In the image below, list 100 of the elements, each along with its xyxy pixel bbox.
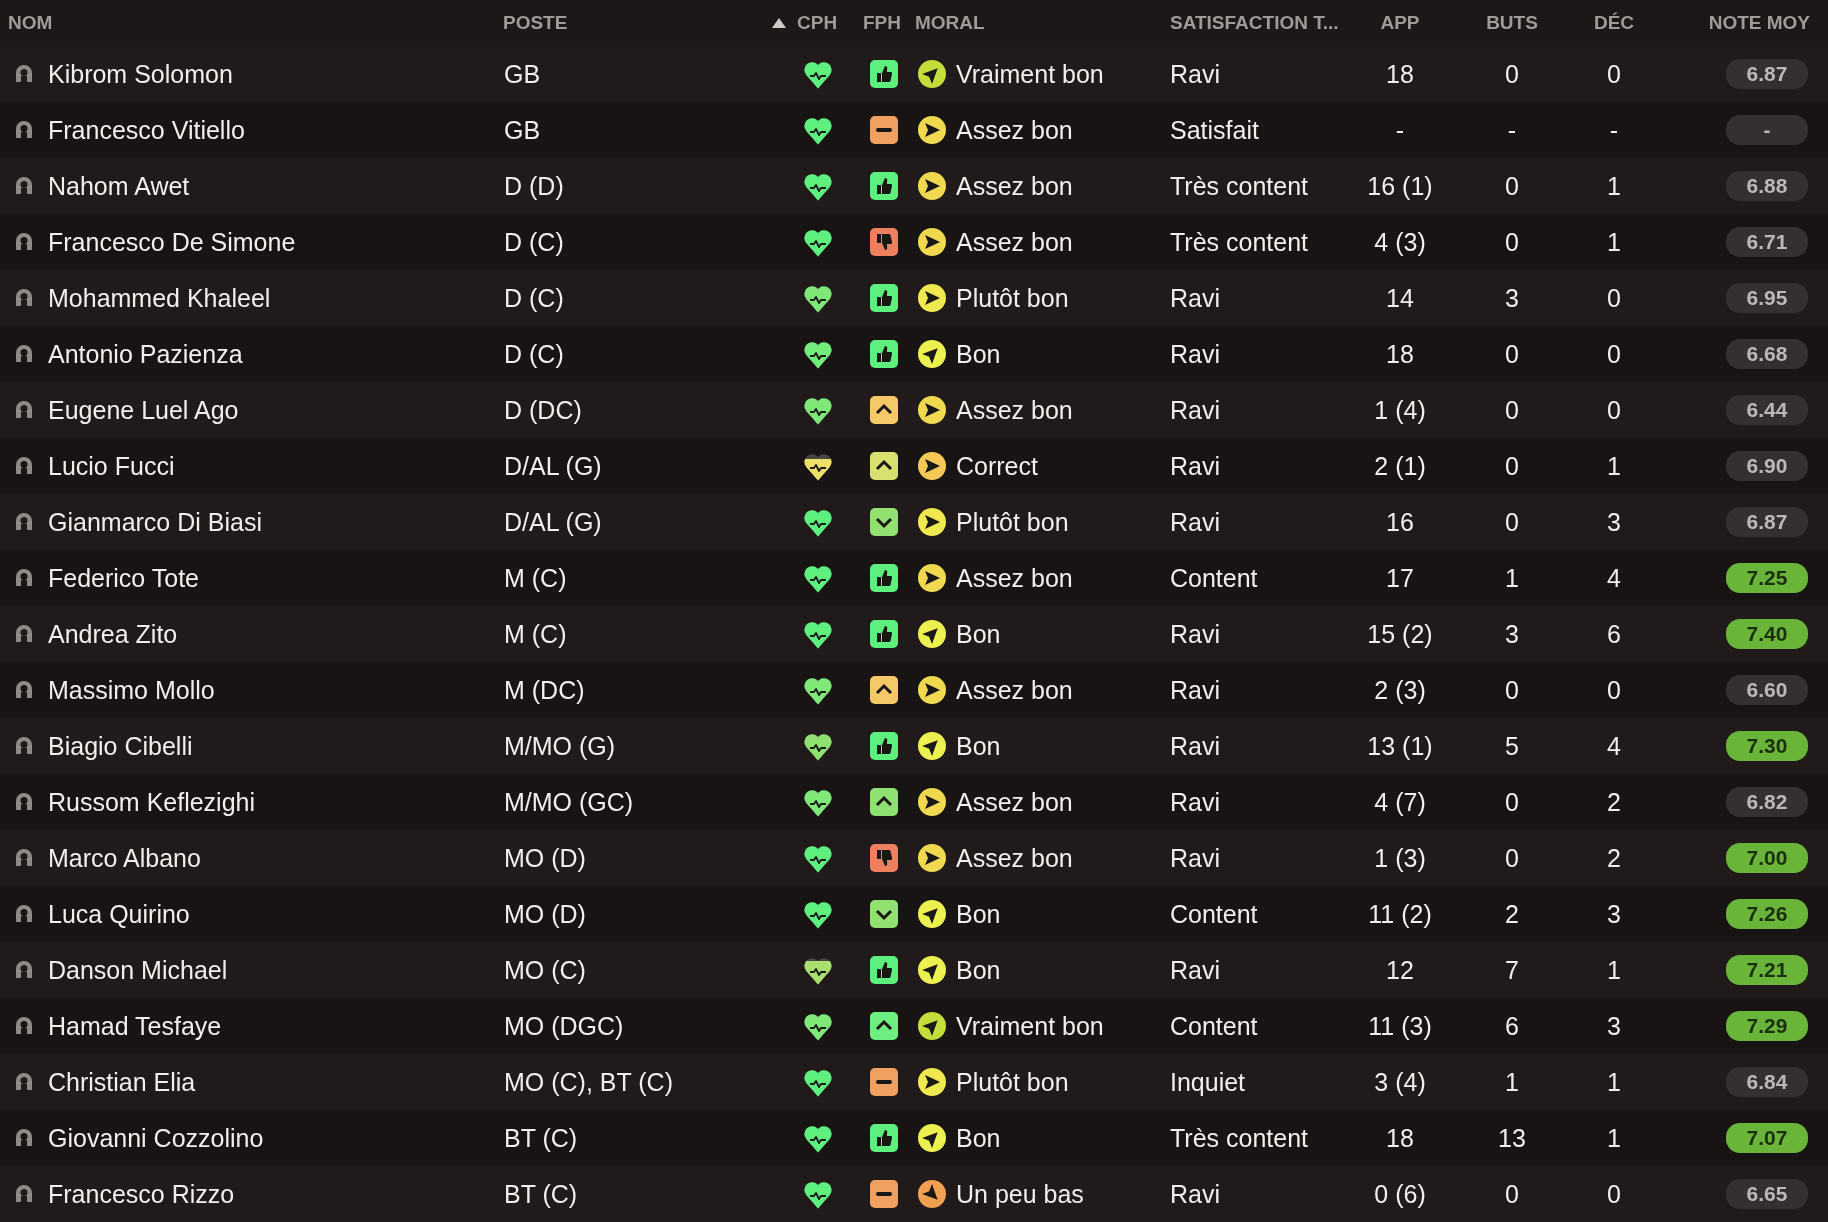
morale-text: Assez bon bbox=[956, 171, 1073, 201]
goals-count: 6 bbox=[1505, 1011, 1519, 1041]
player-name[interactable]: Eugene Luel Ago bbox=[48, 395, 239, 425]
column-header[interactable]: NOTE MOY bbox=[1644, 12, 1828, 34]
player-row[interactable]: Andrea Zito M (C) Bon Ravi 15 (2) 3 6 7.40 bbox=[0, 606, 1828, 662]
player-name[interactable]: Biagio Cibelli bbox=[48, 731, 193, 761]
goals-count: 2 bbox=[1505, 899, 1519, 929]
satisfaction-text: Ravi bbox=[1170, 339, 1220, 369]
position-text: M (C) bbox=[504, 563, 567, 593]
rating-badge: 6.44 bbox=[1726, 395, 1808, 425]
player-row[interactable]: Marco Albano MO (D) Assez bon Ravi 1 (3) 0 2 7.00 bbox=[0, 830, 1828, 886]
player-name[interactable]: Luca Quirino bbox=[48, 899, 190, 929]
morale-text: Bon bbox=[956, 731, 1001, 761]
position-text: M/MO (G) bbox=[504, 731, 616, 761]
satisfaction-text: Content bbox=[1170, 563, 1258, 593]
morale-text: Bon bbox=[956, 955, 1001, 985]
assists-count: 2 bbox=[1607, 787, 1621, 817]
column-header[interactable]: DÉC bbox=[1584, 12, 1644, 34]
player-row[interactable]: Mohammed Khaleel D (C) Plutôt bon Ravi 14 3 0 6.95 bbox=[0, 270, 1828, 326]
player-row[interactable]: Nahom Awet D (D) Assez bon Très content 16 (1) 0 1 6.88 bbox=[0, 158, 1828, 214]
morale-text: Plutôt bon bbox=[956, 507, 1069, 537]
player-name[interactable]: Antonio Pazienza bbox=[48, 339, 243, 369]
player-name[interactable]: Gianmarco Di Biasi bbox=[48, 507, 262, 537]
satisfaction-text: Très content bbox=[1170, 227, 1309, 257]
player-name[interactable]: Andrea Zito bbox=[48, 619, 178, 649]
player-row[interactable]: Biagio Cibelli M/MO (G) Bon Ravi 13 (1) 5 4 7.30 bbox=[0, 718, 1828, 774]
rating-badge: 6.65 bbox=[1726, 1179, 1808, 1209]
satisfaction-text: Content bbox=[1170, 899, 1258, 929]
player-row[interactable]: Christian Elia MO (C), BT (C) Plutôt bon Inquiet 3 (4) 1 1 6.84 bbox=[0, 1054, 1828, 1110]
satisfaction-text: Ravi bbox=[1170, 787, 1220, 817]
column-header[interactable]: APP bbox=[1360, 12, 1440, 34]
player-name[interactable]: Federico Tote bbox=[48, 563, 199, 593]
player-row[interactable]: Kibrom Solomon GB Vraiment bon Ravi 18 0 0 6.87 bbox=[0, 46, 1828, 102]
position-text: M (DC) bbox=[504, 675, 585, 705]
goals-count: 0 bbox=[1505, 171, 1519, 201]
rating-badge: 6.87 bbox=[1726, 59, 1808, 89]
rating-badge: 7.30 bbox=[1726, 731, 1808, 761]
column-header[interactable]: MORAL bbox=[915, 12, 1160, 34]
goals-count: 0 bbox=[1505, 843, 1519, 873]
position-text: BT (C) bbox=[504, 1179, 578, 1209]
position-text: D/AL (G) bbox=[504, 507, 602, 537]
satisfaction-text: Ravi bbox=[1170, 955, 1220, 985]
position-text: BT (C) bbox=[504, 1123, 578, 1153]
rating-badge: 7.21 bbox=[1726, 955, 1808, 985]
player-name[interactable]: Mohammed Khaleel bbox=[48, 283, 271, 313]
appearances-count: 11 (3) bbox=[1368, 1011, 1432, 1041]
player-name[interactable]: Giovanni Cozzolino bbox=[48, 1123, 264, 1153]
morale-text: Assez bon bbox=[956, 395, 1073, 425]
morale-text: Plutôt bon bbox=[956, 283, 1069, 313]
goals-count: 1 bbox=[1505, 563, 1519, 593]
column-header[interactable]: CPH bbox=[790, 12, 850, 34]
morale-text: Bon bbox=[956, 339, 1001, 369]
column-header[interactable]: BUTS bbox=[1440, 12, 1584, 34]
goals-count: 0 bbox=[1505, 675, 1519, 705]
appearances-count: - bbox=[1395, 115, 1405, 145]
player-name[interactable]: Danson Michael bbox=[48, 955, 228, 985]
satisfaction-text: Très content bbox=[1170, 1123, 1309, 1153]
player-name[interactable]: Francesco Vitiello bbox=[48, 115, 245, 145]
player-row[interactable]: Danson Michael MO (C) Bon Ravi 12 7 1 7.21 bbox=[0, 942, 1828, 998]
appearances-count: 2 (3) bbox=[1374, 675, 1426, 705]
player-name[interactable]: Massimo Mollo bbox=[48, 675, 215, 705]
player-name[interactable]: Lucio Fucci bbox=[48, 451, 175, 481]
column-header[interactable]: POSTE bbox=[497, 12, 790, 34]
position-text: D (C) bbox=[504, 339, 564, 369]
satisfaction-text: Content bbox=[1170, 1011, 1258, 1041]
column-header[interactable]: FPH bbox=[850, 12, 915, 34]
position-text: MO (D) bbox=[504, 899, 586, 929]
goals-count: 1 bbox=[1505, 1067, 1519, 1097]
player-name[interactable]: Nahom Awet bbox=[48, 171, 190, 201]
player-name[interactable]: Francesco De Simone bbox=[48, 227, 296, 257]
player-name[interactable]: Kibrom Solomon bbox=[48, 59, 233, 89]
morale-text: Vraiment bon bbox=[956, 59, 1104, 89]
morale-text: Bon bbox=[956, 1123, 1001, 1153]
player-name[interactable]: Russom Keflezighi bbox=[48, 787, 256, 817]
appearances-count: 1 (4) bbox=[1374, 395, 1426, 425]
rating-badge: - bbox=[1726, 115, 1808, 145]
assists-count: 0 bbox=[1607, 339, 1621, 369]
column-header[interactable]: NOM bbox=[0, 12, 497, 34]
player-name[interactable]: Marco Albano bbox=[48, 843, 201, 873]
appearances-count: 11 (2) bbox=[1368, 899, 1432, 929]
player-row[interactable]: Gianmarco Di Biasi D/AL (G) Plutôt bon Ravi 16 0 3 6.87 bbox=[0, 494, 1828, 550]
morale-text: Vraiment bon bbox=[956, 1011, 1104, 1041]
player-name[interactable]: Christian Elia bbox=[48, 1067, 196, 1097]
satisfaction-text: Ravi bbox=[1170, 283, 1220, 313]
player-name[interactable]: Hamad Tesfaye bbox=[48, 1011, 222, 1041]
column-header[interactable]: SATISFACTION T... bbox=[1160, 12, 1360, 34]
goals-count: 0 bbox=[1505, 339, 1519, 369]
satisfaction-text: Ravi bbox=[1170, 1179, 1220, 1209]
morale-text: Bon bbox=[956, 899, 1001, 929]
player-row[interactable]: Francesco Rizzo BT (C) Un peu bas Ravi 0 (6) 0 0 6.65 bbox=[0, 1166, 1828, 1222]
morale-text: Correct bbox=[956, 451, 1038, 481]
goals-count: 0 bbox=[1505, 395, 1519, 425]
rating-badge: 6.84 bbox=[1726, 1067, 1808, 1097]
position-text: MO (D) bbox=[504, 843, 586, 873]
goals-count: 13 bbox=[1498, 1123, 1526, 1153]
appearances-count: 2 (1) bbox=[1374, 451, 1426, 481]
assists-count: 1 bbox=[1607, 171, 1621, 201]
player-row[interactable]: Eugene Luel Ago D (DC) Assez bon Ravi 1 (4) 0 0 6.44 bbox=[0, 382, 1828, 438]
appearances-count: 1 (3) bbox=[1374, 843, 1426, 873]
player-name[interactable]: Francesco Rizzo bbox=[48, 1179, 235, 1209]
